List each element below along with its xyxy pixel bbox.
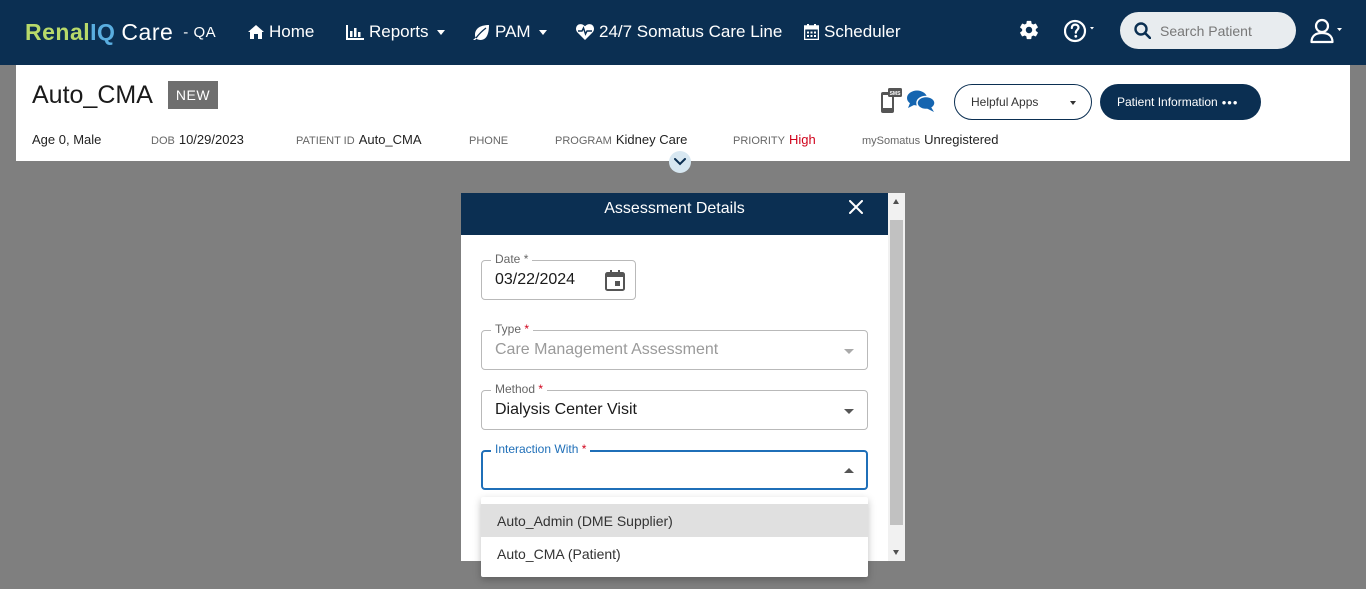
home-icon bbox=[248, 25, 264, 39]
mysomatus-label: mySomatus bbox=[862, 135, 921, 147]
scrollbar-thumb[interactable] bbox=[890, 220, 903, 525]
nav-reports-label: Reports bbox=[369, 22, 429, 41]
patient-dob: DOB 10/29/2023 bbox=[151, 132, 244, 147]
calendar-icon bbox=[804, 24, 819, 40]
method-value: Dialysis Center Visit bbox=[495, 401, 637, 418]
interaction-with-select[interactable]: Interaction With * bbox=[481, 442, 868, 490]
close-icon bbox=[849, 200, 863, 214]
brand-renal: Renal bbox=[25, 19, 91, 45]
more-dots-icon: ••• bbox=[1221, 94, 1239, 110]
dob-label: DOB bbox=[151, 135, 175, 147]
type-select[interactable]: Type * Care Management Assessment bbox=[481, 322, 868, 370]
patient-search[interactable] bbox=[1120, 12, 1296, 49]
date-label: Date * bbox=[491, 252, 533, 266]
sms-phone-icon[interactable]: SMS bbox=[880, 88, 902, 114]
nav-reports[interactable]: Reports bbox=[346, 22, 445, 42]
sms-icon-text: SMS bbox=[890, 91, 902, 97]
gear-icon bbox=[1020, 20, 1038, 40]
date-field[interactable]: Date * 03/22/2024 bbox=[481, 252, 636, 300]
type-label: Type * bbox=[491, 322, 534, 336]
helpful-apps-dropdown[interactable]: Helpful Apps bbox=[954, 84, 1092, 120]
mysomatus-value: Unregistered bbox=[924, 132, 999, 147]
nav-home-label: Home bbox=[269, 22, 315, 41]
nav-scheduler[interactable]: Scheduler bbox=[804, 22, 901, 42]
menu-option[interactable]: Auto_Admin (DME Supplier) bbox=[481, 504, 868, 537]
type-value: Care Management Assessment bbox=[495, 341, 719, 358]
environment-label: - QA bbox=[183, 24, 217, 41]
patient-age-sex: Age 0, Male bbox=[32, 132, 101, 147]
method-select[interactable]: Method * Dialysis Center Visit bbox=[481, 382, 868, 430]
bar-chart-icon bbox=[346, 24, 364, 40]
program-value: Kidney Care bbox=[615, 132, 688, 147]
patient-program: PROGRAM Kidney Care bbox=[555, 132, 687, 147]
help-menu-button[interactable] bbox=[1063, 19, 1096, 48]
helpful-apps-label: Helpful Apps bbox=[971, 95, 1039, 109]
search-icon bbox=[1134, 22, 1151, 39]
heartbeat-icon bbox=[576, 24, 594, 40]
patient-id: PATIENT ID Auto_CMA bbox=[296, 132, 422, 147]
program-label: PROGRAM bbox=[555, 135, 612, 147]
nav-care-line[interactable]: 24/7 Somatus Care Line bbox=[576, 22, 782, 42]
nav-home[interactable]: Home bbox=[248, 22, 314, 42]
modal-title: Assessment Details bbox=[604, 200, 745, 217]
settings-button[interactable] bbox=[1018, 19, 1040, 46]
menu-option[interactable]: Auto_CMA (Patient) bbox=[481, 537, 868, 570]
search-input[interactable] bbox=[1160, 22, 1290, 39]
scroll-up-arrow-icon[interactable] bbox=[893, 199, 899, 204]
scroll-down-arrow-icon[interactable] bbox=[893, 550, 899, 555]
chevron-down-icon bbox=[844, 349, 854, 354]
nav-pam[interactable]: PAM bbox=[473, 22, 547, 42]
date-value[interactable]: 03/22/2024 bbox=[495, 271, 575, 289]
new-badge: NEW bbox=[168, 81, 218, 109]
top-navbar: RenalIQ Care - QA Home Reports PAM 24/7 So… bbox=[0, 0, 1366, 65]
brand-logo[interactable]: RenalIQ Care - QA bbox=[25, 19, 216, 46]
nav-care-line-label: 24/7 Somatus Care Line bbox=[599, 22, 783, 41]
brand-iq: IQ bbox=[90, 19, 116, 45]
patient-id-value: Auto_CMA bbox=[358, 132, 422, 147]
patient-id-label: PATIENT ID bbox=[296, 135, 355, 147]
calendar-icon[interactable] bbox=[605, 270, 625, 291]
patient-mysomatus: mySomatus Unregistered bbox=[862, 132, 999, 147]
chevron-down-icon bbox=[1070, 101, 1076, 105]
chevron-down-icon bbox=[844, 409, 854, 414]
patient-priority: PRIORITY High bbox=[733, 132, 816, 147]
nav-scheduler-label: Scheduler bbox=[824, 22, 901, 41]
header-action-icons: SMS bbox=[880, 88, 936, 114]
chevron-up-icon bbox=[844, 468, 854, 473]
modal-header: Assessment Details bbox=[461, 193, 888, 235]
phone-label: PHONE bbox=[469, 135, 509, 147]
priority-label: PRIORITY bbox=[733, 135, 785, 147]
header-expand-toggle[interactable] bbox=[669, 151, 691, 173]
modal-scrollbar[interactable] bbox=[888, 193, 905, 561]
dob-value: 10/29/2023 bbox=[178, 132, 244, 147]
patient-information-button[interactable]: Patient Information ••• bbox=[1100, 84, 1261, 120]
patient-information-label: Patient Information bbox=[1117, 95, 1218, 109]
leaf-icon bbox=[473, 24, 489, 40]
age-sex-value: Age 0, Male bbox=[32, 132, 102, 147]
patient-header: Auto_CMA NEW Age 0, Male DOB 10/29/2023 P… bbox=[16, 65, 1350, 161]
patient-phone: PHONE bbox=[469, 132, 512, 147]
chevron-down-icon bbox=[674, 158, 686, 166]
interaction-with-options-menu: Auto_Admin (DME Supplier) Auto_CMA (Pati… bbox=[481, 497, 868, 577]
patient-name: Auto_CMA bbox=[32, 81, 153, 109]
chat-bubbles-icon[interactable] bbox=[906, 89, 936, 113]
priority-value: High bbox=[788, 132, 816, 147]
method-label: Method * bbox=[491, 382, 548, 396]
user-icon bbox=[1310, 18, 1342, 44]
user-menu-button[interactable] bbox=[1310, 18, 1346, 49]
brand-care: Care bbox=[121, 19, 174, 45]
modal-close-button[interactable] bbox=[849, 200, 863, 219]
interaction-with-label: Interaction With * bbox=[491, 442, 591, 456]
help-icon bbox=[1063, 19, 1094, 43]
chevron-down-icon bbox=[538, 29, 547, 35]
nav-pam-label: PAM bbox=[495, 22, 531, 41]
chevron-down-icon bbox=[436, 29, 445, 35]
